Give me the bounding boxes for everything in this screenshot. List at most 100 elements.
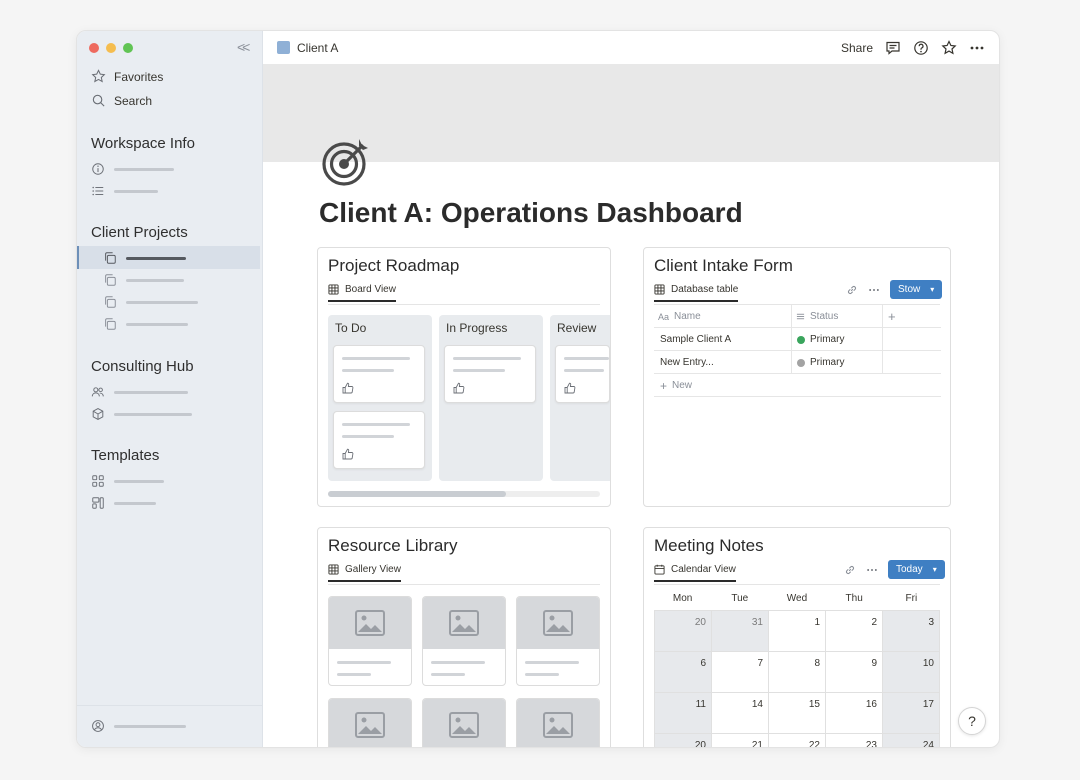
today-button[interactable]: Today ▾ — [888, 560, 945, 579]
gallery-item[interactable] — [422, 596, 506, 686]
new-row[interactable]: + New — [660, 374, 692, 397]
page-icon-small — [277, 41, 290, 54]
sidebar-favorites[interactable]: Favorites — [91, 69, 163, 84]
calendar-day[interactable]: 6 — [655, 652, 712, 693]
calendar-day[interactable]: 31 — [712, 611, 769, 652]
scrollbar-thumb[interactable] — [328, 491, 506, 497]
thumbs-up-icon[interactable] — [453, 382, 465, 394]
table-row[interactable]: New Entry... Primary — [654, 351, 941, 374]
sidebar-item-selected[interactable] — [103, 250, 186, 266]
tab-calendar-view[interactable]: Calendar View — [654, 564, 736, 582]
thumbs-up-icon[interactable] — [342, 382, 354, 394]
sidebar-item[interactable] — [91, 161, 174, 177]
column-header-name[interactable]: Aa Name — [658, 305, 701, 328]
horizontal-scrollbar[interactable] — [328, 491, 600, 497]
calendar-day[interactable]: 9 — [826, 652, 883, 693]
section-client-projects[interactable]: Client Projects — [91, 224, 188, 241]
placeholder-line — [342, 423, 410, 426]
sidebar-item[interactable] — [91, 406, 192, 422]
calendar-day[interactable]: 20 — [655, 611, 712, 652]
more-icon[interactable] — [868, 284, 880, 296]
meeting-title[interactable]: Meeting Notes — [654, 536, 764, 556]
calendar-day[interactable]: 20 — [655, 734, 712, 747]
breadcrumb[interactable]: Client A — [277, 41, 338, 55]
zoom-window-button[interactable] — [123, 43, 133, 53]
sidebar-item[interactable] — [103, 316, 188, 332]
page-title[interactable]: Client A: Operations Dashboard — [319, 197, 743, 229]
calendar-day[interactable]: 14 — [712, 693, 769, 734]
sidebar-item[interactable] — [91, 183, 158, 199]
column-title[interactable]: Review — [557, 321, 596, 335]
section-templates[interactable]: Templates — [91, 447, 159, 464]
collapse-sidebar-icon[interactable]: << — [237, 39, 250, 55]
tab-database-table[interactable]: Database table — [654, 284, 739, 302]
close-window-button[interactable] — [89, 43, 99, 53]
comment-icon[interactable] — [885, 40, 901, 56]
calendar-day[interactable]: 2 — [826, 611, 883, 652]
minimize-window-button[interactable] — [106, 43, 116, 53]
link-icon[interactable] — [844, 564, 856, 576]
table-row[interactable]: Sample Client A Primary — [654, 328, 941, 351]
user-account[interactable] — [91, 718, 186, 734]
board-card[interactable] — [444, 345, 536, 403]
new-row-label: New — [672, 380, 693, 391]
help-button[interactable]: ? — [958, 707, 986, 735]
column-title[interactable]: In Progress — [446, 321, 507, 335]
calendar-day[interactable]: 7 — [712, 652, 769, 693]
gallery-item[interactable] — [516, 596, 600, 686]
intake-title[interactable]: Client Intake Form — [654, 256, 793, 276]
library-title[interactable]: Resource Library — [328, 536, 457, 556]
gallery-item[interactable] — [422, 698, 506, 747]
new-row-button[interactable]: + New — [654, 374, 941, 397]
calendar-day[interactable]: 11 — [655, 693, 712, 734]
page-cover[interactable] — [263, 64, 999, 162]
calendar-day[interactable]: 3 — [883, 611, 940, 652]
calendar-day[interactable]: 17 — [883, 693, 940, 734]
calendar-day[interactable]: 23 — [826, 734, 883, 747]
tab-board-view[interactable]: Board View — [328, 284, 396, 302]
star-icon[interactable] — [941, 39, 957, 56]
stow-button[interactable]: Stow ▾ — [890, 280, 943, 299]
thumbs-up-icon[interactable] — [564, 382, 576, 394]
more-icon[interactable] — [969, 40, 985, 56]
target-icon[interactable] — [321, 135, 373, 187]
tab-gallery-view[interactable]: Gallery View — [328, 564, 401, 582]
share-button[interactable]: Share — [841, 41, 873, 55]
link-icon[interactable] — [846, 284, 858, 296]
sidebar-item[interactable] — [91, 495, 156, 511]
grid-icon — [92, 475, 104, 487]
board-card[interactable] — [555, 345, 610, 403]
calendar-day[interactable]: 8 — [769, 652, 826, 693]
calendar-day[interactable]: 22 — [769, 734, 826, 747]
calendar-day[interactable]: 10 — [883, 652, 940, 693]
calendar-day[interactable]: 16 — [826, 693, 883, 734]
sidebar-item[interactable] — [103, 272, 184, 288]
sidebar-item[interactable] — [91, 473, 164, 489]
cell-status[interactable]: Primary — [797, 328, 844, 351]
column-header-status[interactable]: Status — [796, 305, 838, 328]
board-card[interactable] — [333, 345, 425, 403]
gallery-item[interactable] — [328, 698, 412, 747]
column-title[interactable]: To Do — [335, 321, 366, 335]
board-card[interactable] — [333, 411, 425, 469]
calendar-day[interactable]: 1 — [769, 611, 826, 652]
section-workspace-info[interactable]: Workspace Info — [91, 135, 195, 152]
more-icon[interactable] — [866, 564, 878, 576]
calendar-day[interactable]: 21 — [712, 734, 769, 747]
help-icon[interactable] — [913, 40, 929, 56]
sidebar-search[interactable]: Search — [91, 93, 152, 108]
sidebar-item[interactable] — [103, 294, 198, 310]
calendar-day[interactable]: 24 — [883, 734, 940, 747]
add-column-icon[interactable]: + — [888, 305, 896, 328]
section-consulting-hub[interactable]: Consulting Hub — [91, 358, 194, 375]
sidebar-item[interactable] — [91, 384, 188, 400]
cell-status[interactable]: Primary — [797, 351, 844, 374]
calendar-day[interactable]: 15 — [769, 693, 826, 734]
app-window: << Favorites Search Workspace Info Clien… — [76, 30, 1000, 748]
thumbs-up-icon[interactable] — [342, 448, 354, 460]
cell-name[interactable]: Sample Client A — [660, 328, 731, 351]
gallery-item[interactable] — [328, 596, 412, 686]
roadmap-title[interactable]: Project Roadmap — [328, 256, 459, 276]
cell-name[interactable]: New Entry... — [660, 351, 714, 374]
gallery-item[interactable] — [516, 698, 600, 747]
